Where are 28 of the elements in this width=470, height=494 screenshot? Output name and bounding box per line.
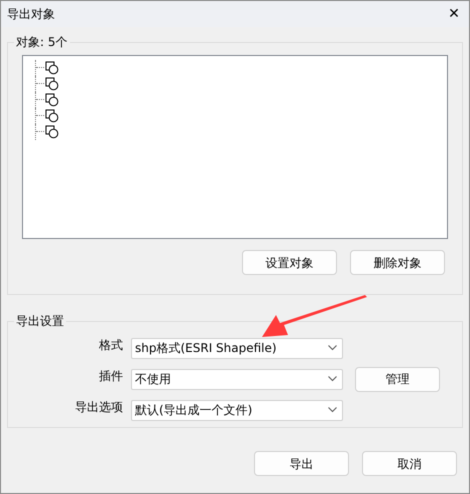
action-button[interactable]: 设置对象 — [242, 250, 337, 275]
action-button[interactable]: 删除对象 — [350, 250, 445, 275]
shape-icon[interactable] — [45, 125, 59, 139]
chevron-icon — [328, 376, 337, 382]
chevron-icon — [328, 345, 337, 351]
field-label: 导出选项 — [74, 399, 124, 416]
dropdown[interactable]: 不使用 — [131, 368, 343, 390]
shape-icon[interactable] — [45, 61, 59, 75]
shape-icon[interactable] — [45, 77, 59, 91]
manage-button[interactable]: 管理 — [355, 366, 440, 392]
shape-icon[interactable] — [45, 109, 59, 123]
tree-connector — [35, 92, 45, 108]
field-label: 插件 — [98, 368, 124, 385]
field-label: 格式 — [98, 337, 124, 354]
close-button[interactable]: ✕ — [439, 1, 469, 27]
tree-connector — [35, 108, 45, 124]
dialog-button[interactable]: 取消 — [362, 451, 457, 476]
tree-connector — [35, 60, 45, 76]
dropdown[interactable]: shp格式(ESRI Shapefile) — [131, 338, 343, 358]
dialog-button[interactable]: 导出 — [254, 451, 349, 476]
tree-connector — [35, 76, 45, 92]
window-title: 导出对象 — [7, 6, 55, 23]
chevron-icon — [328, 407, 337, 413]
group-title: 导出设置 — [15, 313, 65, 330]
group-title: 对象: 5个 — [15, 34, 68, 51]
tree-connector — [35, 124, 45, 140]
dropdown[interactable]: 默认(导出成一个文件) — [131, 400, 343, 420]
shape-icon[interactable] — [45, 93, 59, 107]
